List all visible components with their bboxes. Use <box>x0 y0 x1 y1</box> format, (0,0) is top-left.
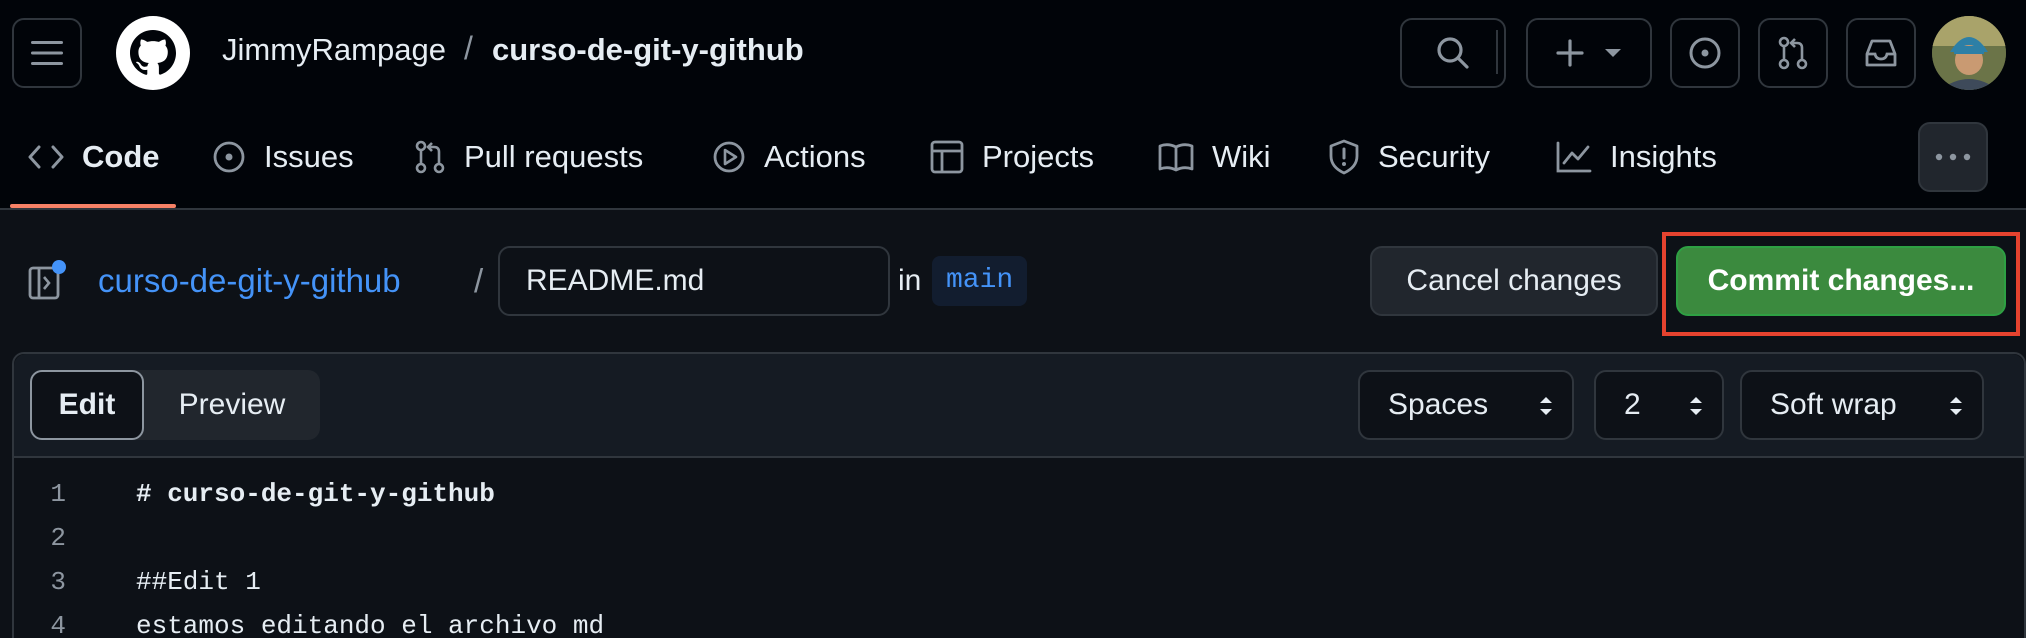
tab-code[interactable]: Code <box>28 104 160 210</box>
shield-icon <box>1329 139 1359 175</box>
line-number: 1 <box>50 479 66 509</box>
tab-wiki[interactable]: Wiki <box>1158 104 1271 210</box>
search-icon <box>1437 37 1469 69</box>
play-icon <box>713 141 745 173</box>
graph-icon <box>1556 141 1592 173</box>
line-number: 4 <box>50 611 66 638</box>
code-line: 3 ##Edit 1 <box>14 560 2024 604</box>
select-caret-icon <box>1950 397 1962 415</box>
in-label: in <box>898 264 922 297</box>
tab-preview[interactable]: Preview <box>144 370 320 440</box>
line-content: ##Edit 1 <box>136 567 261 597</box>
issue-icon <box>213 141 245 173</box>
line-content: estamos editando el archivo md <box>136 611 605 638</box>
user-avatar[interactable] <box>1932 16 2006 90</box>
code-icon <box>28 145 64 169</box>
active-tab-indicator <box>10 204 176 208</box>
tab-label: Projects <box>982 139 1094 174</box>
plus-icon <box>1556 39 1584 67</box>
tab-label: Security <box>1378 139 1490 174</box>
tab-actions[interactable]: Actions <box>712 104 866 210</box>
repo-link[interactable]: curso-de-git-y-github <box>492 32 804 68</box>
sidebar-expand-icon[interactable] <box>28 258 68 302</box>
wrap-mode-select[interactable]: Soft wrap <box>1740 370 1984 440</box>
line-number: 3 <box>50 567 66 597</box>
tab-security[interactable]: Security <box>1328 104 1490 210</box>
table-icon <box>930 140 964 174</box>
tab-label: Pull requests <box>464 139 644 174</box>
indent-size-select[interactable]: 2 <box>1594 370 1724 440</box>
create-new-button[interactable] <box>1526 18 1652 88</box>
owner-link[interactable]: JimmyRampage <box>222 32 446 68</box>
tab-projects[interactable]: Projects <box>930 104 1094 210</box>
path-separator: / <box>474 262 484 299</box>
menu-button[interactable] <box>12 18 82 88</box>
tab-label: Issues <box>264 139 354 174</box>
inbox-button[interactable] <box>1846 18 1916 88</box>
avatar-image <box>1932 16 2006 90</box>
inbox-icon <box>1865 39 1897 67</box>
repo-navigation: Code Issues Pull requests Actions Projec… <box>0 104 2026 210</box>
select-caret-icon <box>1690 397 1702 415</box>
cancel-changes-button[interactable]: Cancel changes <box>1370 246 1658 316</box>
code-line: 1 # curso-de-git-y-github <box>14 472 2024 516</box>
tab-label: Actions <box>764 139 866 174</box>
code-line: 2 <box>14 516 2024 560</box>
header-divider <box>1496 30 1498 74</box>
filename-input[interactable] <box>498 246 890 316</box>
breadcrumb-separator: / <box>464 30 473 66</box>
issue-opened-icon <box>1689 37 1721 69</box>
wrap-mode-value: Soft wrap <box>1770 388 1897 421</box>
chevron-down-icon <box>1605 49 1621 57</box>
indent-mode-select[interactable]: Spaces <box>1358 370 1574 440</box>
branch-badge[interactable]: main <box>932 256 1028 306</box>
tab-label: Code <box>82 139 160 174</box>
tab-edit[interactable]: Edit <box>30 370 144 440</box>
edit-preview-toggle: Edit Preview <box>30 370 320 440</box>
select-caret-icon <box>1540 397 1552 415</box>
pull-request-icon <box>415 140 445 174</box>
repo-root-link[interactable]: curso-de-git-y-github <box>98 262 401 300</box>
issues-button[interactable] <box>1670 18 1740 88</box>
pull-requests-button[interactable] <box>1758 18 1828 88</box>
more-tabs-button[interactable] <box>1918 122 1988 192</box>
line-number: 2 <box>50 523 66 553</box>
tab-label: Insights <box>1610 139 1717 174</box>
hamburger-icon <box>31 41 63 65</box>
book-icon <box>1158 143 1194 172</box>
code-line: 4 estamos editando el archivo md <box>14 604 2024 638</box>
tab-label: Wiki <box>1212 139 1271 174</box>
github-logo-icon[interactable] <box>116 16 190 90</box>
pull-request-icon <box>1778 36 1808 70</box>
commit-changes-button[interactable]: Commit changes... <box>1676 246 2006 316</box>
tab-issues[interactable]: Issues <box>212 104 354 210</box>
line-content: # curso-de-git-y-github <box>136 479 495 509</box>
code-editor: Edit Preview Spaces 2 Soft wrap 1 # curs… <box>12 352 2026 638</box>
code-area[interactable]: 1 # curso-de-git-y-github 2 3 ##Edit 1 4… <box>14 472 2024 638</box>
indent-mode-value: Spaces <box>1388 388 1489 421</box>
tab-insights[interactable]: Insights <box>1556 104 1717 210</box>
tab-pull-requests[interactable]: Pull requests <box>414 104 643 210</box>
indent-size-value: 2 <box>1624 388 1641 421</box>
kebab-horizontal-icon <box>1935 153 1971 161</box>
editor-toolbar: Edit Preview Spaces 2 Soft wrap <box>14 354 2024 458</box>
global-header: JimmyRampage / curso-de-git-y-github <box>0 0 2026 104</box>
search-button[interactable] <box>1400 18 1506 88</box>
